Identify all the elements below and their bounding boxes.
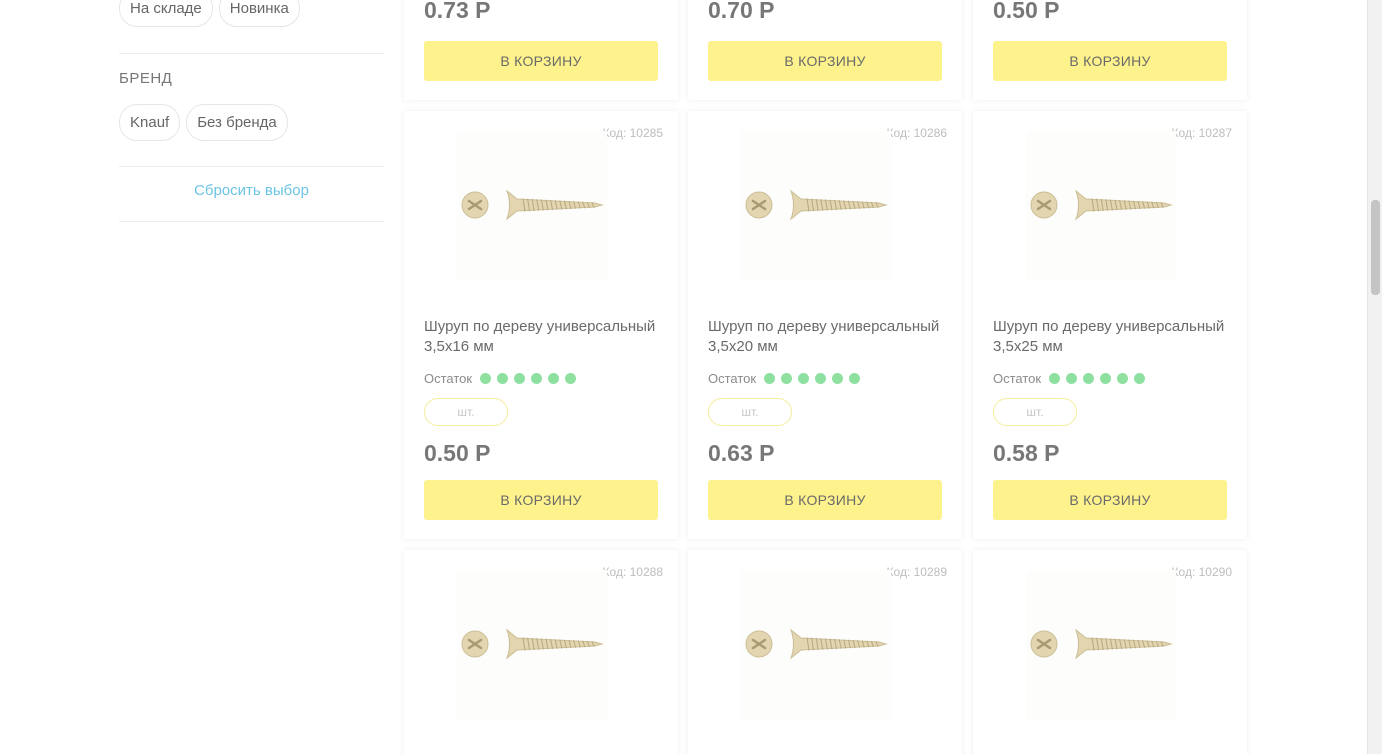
- stock-indicator: Остаток: [993, 371, 1146, 386]
- add-to-cart-button[interactable]: В КОРЗИНУ: [708, 41, 942, 81]
- stock-dots: [764, 373, 861, 384]
- stock-dot: [480, 373, 492, 384]
- stock-dot: [1117, 373, 1129, 384]
- product-code: Код: 10288: [602, 565, 663, 579]
- screw-icon[interactable]: [1026, 570, 1176, 720]
- stock-dot: [531, 373, 543, 384]
- product-card: Код: 10289: [688, 550, 962, 754]
- stock-indicator: Остаток: [708, 371, 861, 386]
- product-card: 0.50 Р В КОРЗИНУ: [973, 0, 1247, 100]
- stock-dot: [548, 373, 560, 384]
- stock-dot: [1049, 373, 1061, 384]
- product-card: Код: 10288: [404, 550, 678, 754]
- product-price: 0.50 Р: [993, 0, 1060, 23]
- screw-icon[interactable]: [457, 131, 607, 281]
- product-card: 0.70 Р В КОРЗИНУ: [688, 0, 962, 100]
- stock-dot: [514, 373, 526, 384]
- product-price: 0.50 Р: [424, 440, 491, 466]
- stock-dots: [1049, 373, 1146, 384]
- product-code: Код: 10286: [886, 126, 947, 140]
- stock-dot: [815, 373, 827, 384]
- product-price: 0.73 Р: [424, 0, 491, 23]
- stock-dot: [565, 373, 577, 384]
- stock-dot: [849, 373, 861, 384]
- screw-icon[interactable]: [741, 131, 891, 281]
- divider: [119, 53, 384, 54]
- stock-dot: [1083, 373, 1095, 384]
- product-code: Код: 10290: [1171, 565, 1232, 579]
- add-to-cart-button[interactable]: В КОРЗИНУ: [708, 480, 942, 520]
- product-price: 0.70 Р: [708, 0, 775, 23]
- page-scrollbar[interactable]: [1367, 0, 1382, 754]
- product-price: 0.58 Р: [993, 440, 1060, 466]
- stock-dot: [781, 373, 793, 384]
- stock-dot: [497, 373, 509, 384]
- add-to-cart-button[interactable]: В КОРЗИНУ: [993, 480, 1227, 520]
- stock-label: Остаток: [993, 371, 1042, 386]
- brand-chips: Knauf Без бренда: [119, 104, 288, 141]
- divider: [119, 166, 384, 167]
- unit-selector[interactable]: шт.: [993, 398, 1077, 426]
- screw-icon[interactable]: [1026, 131, 1176, 281]
- product-card: Код: 10286 Шуруп по дереву универсальный…: [688, 111, 962, 539]
- chip-brand-knauf[interactable]: Knauf: [119, 104, 181, 141]
- product-card: Код: 10285 Шуруп по дереву универсальный…: [404, 111, 678, 539]
- stock-dot: [1100, 373, 1112, 384]
- product-card: 0.73 Р В КОРЗИНУ: [404, 0, 678, 100]
- screw-icon[interactable]: [457, 570, 607, 720]
- product-code: Код: 10289: [886, 565, 947, 579]
- product-name[interactable]: Шуруп по дереву универсальный 3,5х16 мм: [424, 317, 664, 357]
- stock-dot: [764, 373, 776, 384]
- divider: [119, 221, 384, 222]
- product-price: 0.63 Р: [708, 440, 775, 466]
- stock-dots: [480, 373, 577, 384]
- unit-selector[interactable]: шт.: [708, 398, 792, 426]
- product-name[interactable]: Шуруп по дереву универсальный 3,5х25 мм: [993, 317, 1233, 357]
- availability-chips: На складе Новинка: [119, 0, 300, 27]
- stock-dot: [1134, 373, 1146, 384]
- unit-selector[interactable]: шт.: [424, 398, 508, 426]
- stock-dot: [832, 373, 844, 384]
- reset-filters-link[interactable]: Сбросить выбор: [119, 182, 384, 199]
- stock-label: Остаток: [424, 371, 473, 386]
- add-to-cart-button[interactable]: В КОРЗИНУ: [424, 480, 658, 520]
- brand-section-title: БРЕНД: [119, 70, 173, 87]
- product-name[interactable]: Шуруп по дереву универсальный 3,5х20 мм: [708, 317, 948, 357]
- scrollbar-thumb[interactable]: [1371, 200, 1380, 295]
- stock-label: Остаток: [708, 371, 757, 386]
- add-to-cart-button[interactable]: В КОРЗИНУ: [993, 41, 1227, 81]
- stock-indicator: Остаток: [424, 371, 577, 386]
- chip-brand-none[interactable]: Без бренда: [186, 104, 288, 141]
- add-to-cart-button[interactable]: В КОРЗИНУ: [424, 41, 658, 81]
- product-card: Код: 10290: [973, 550, 1247, 754]
- chip-in-stock[interactable]: На складе: [119, 0, 213, 27]
- chip-new[interactable]: Новинка: [218, 0, 300, 27]
- product-code: Код: 10285: [602, 126, 663, 140]
- screw-icon[interactable]: [741, 570, 891, 720]
- product-card: Код: 10287 Шуруп по дереву универсальный…: [973, 111, 1247, 539]
- stock-dot: [798, 373, 810, 384]
- product-code: Код: 10287: [1171, 126, 1232, 140]
- stock-dot: [1066, 373, 1078, 384]
